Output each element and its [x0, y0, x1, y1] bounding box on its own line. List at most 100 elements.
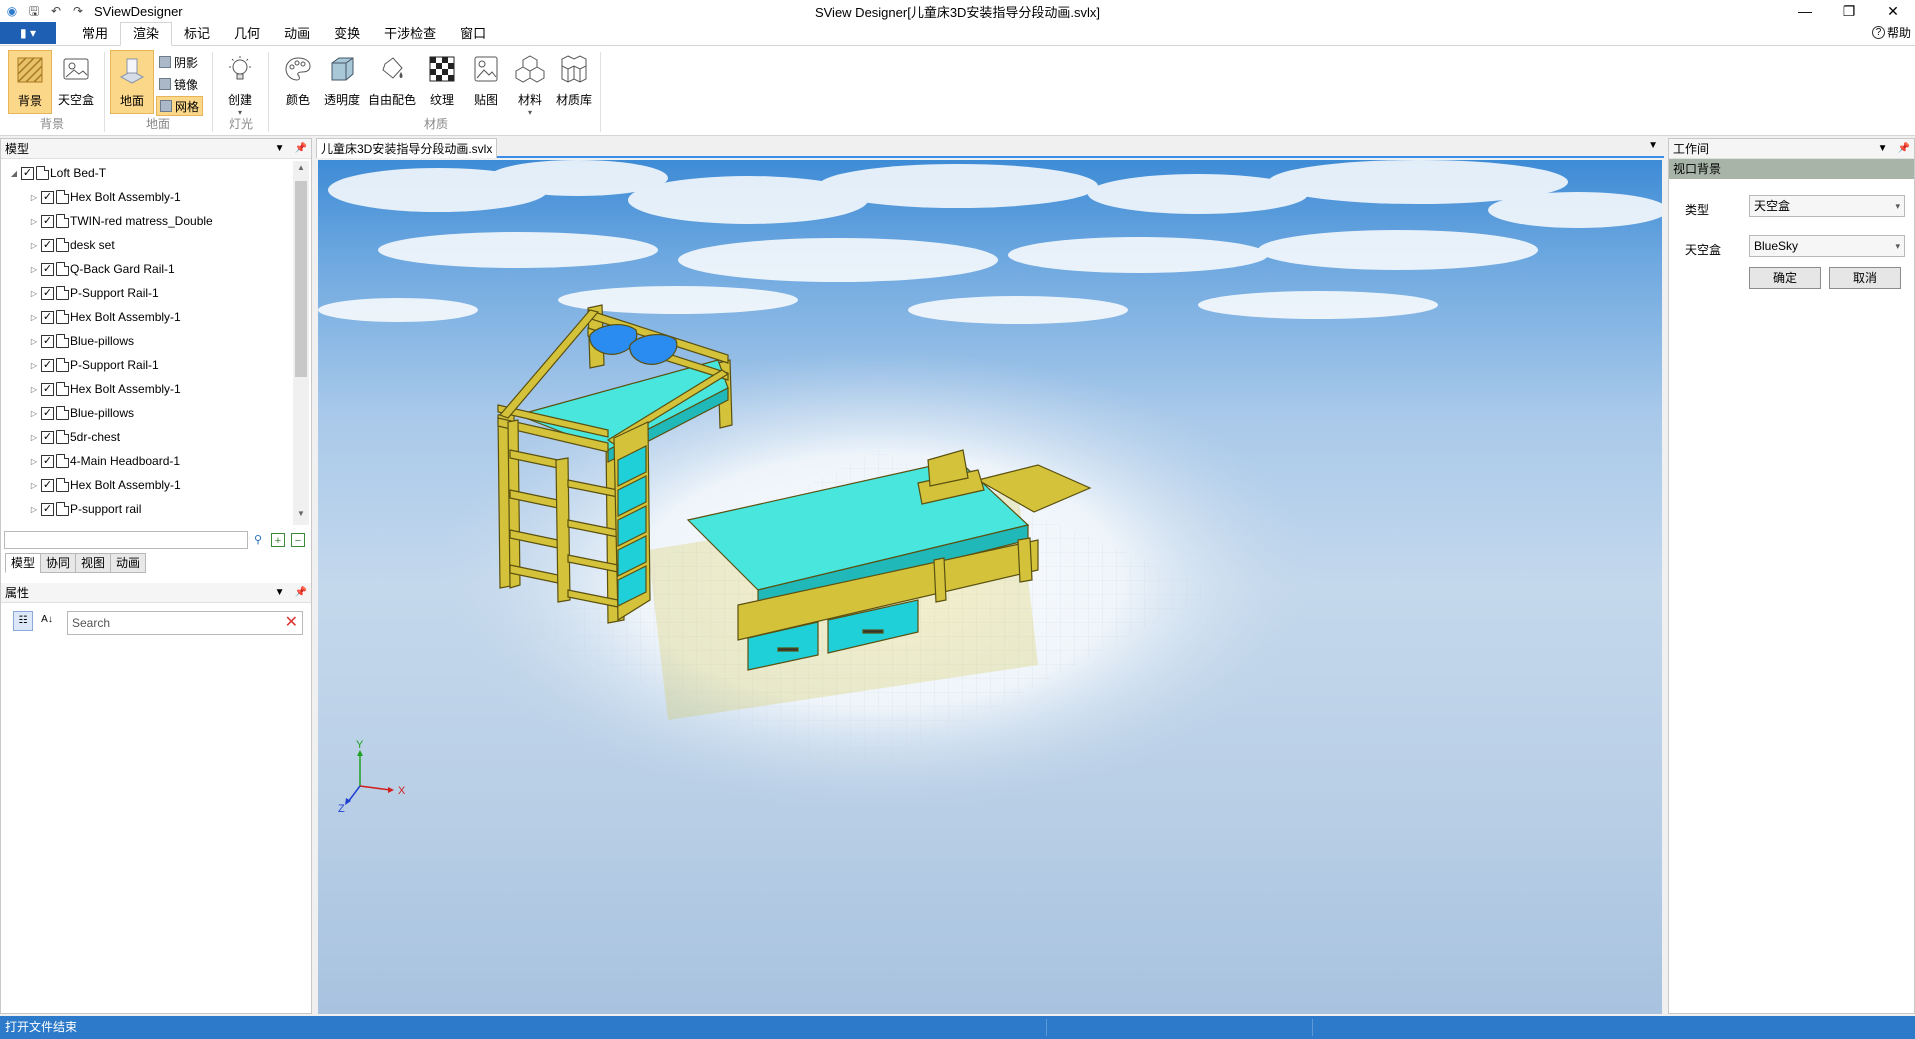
tree-node[interactable]: ▷ ✓ P-support rail — [1, 497, 293, 521]
tree-node[interactable]: ▷ ✓ TWIN-red matress_Double — [1, 209, 293, 233]
expand-icon[interactable]: ▷ — [29, 241, 39, 250]
ground-button[interactable]: 地面 — [110, 50, 154, 114]
expand-icon[interactable]: ▷ — [29, 361, 39, 370]
checkbox[interactable]: ✓ — [21, 166, 34, 180]
checkbox[interactable]: ✓ — [41, 310, 54, 324]
tab-markup[interactable]: 标记 — [172, 23, 222, 45]
clear-icon[interactable]: ✕ — [285, 612, 298, 634]
image-map-button[interactable]: 贴图 — [464, 50, 508, 114]
checkbox[interactable]: ✓ — [41, 406, 54, 420]
tree-node[interactable]: ▷ ✓ Blue-pillows — [1, 401, 293, 425]
background-button[interactable]: 背景 — [8, 50, 52, 114]
pin-icon[interactable]: 📌 — [1898, 143, 1910, 154]
expand-icon[interactable]: ▷ — [29, 385, 39, 394]
tab-common[interactable]: 常用 — [70, 23, 120, 45]
tab-window[interactable]: 窗口 — [448, 23, 498, 45]
checkbox[interactable]: ✓ — [41, 478, 54, 492]
property-search-input[interactable]: Search ✕ — [67, 611, 303, 635]
expand-icon[interactable]: ▷ — [29, 433, 39, 442]
tree-root[interactable]: ◢ ✓ Loft Bed-T — [1, 161, 293, 185]
undo-icon[interactable]: ↶ — [48, 3, 64, 19]
search-icon[interactable]: ⚲ — [251, 533, 265, 547]
scroll-down-icon[interactable]: ▼ — [293, 509, 309, 523]
3d-viewport[interactable]: Y X Z — [318, 160, 1662, 1014]
minimize-button[interactable]: — — [1783, 0, 1827, 22]
expand-icon[interactable]: ▷ — [29, 505, 39, 514]
color-button[interactable]: 颜色 — [276, 50, 320, 114]
tab-animation[interactable]: 动画 — [272, 23, 322, 45]
expand-icon[interactable]: ▷ — [29, 457, 39, 466]
tree-node[interactable]: ▷ ✓ Hex Bolt Assembly-1 — [1, 185, 293, 209]
scroll-up-icon[interactable]: ▲ — [293, 163, 309, 177]
panel-menu-icon[interactable]: ▼ — [1878, 143, 1888, 154]
expand-all-icon[interactable]: + — [271, 533, 285, 547]
create-light-button[interactable]: 创建 ▾ — [218, 50, 262, 117]
document-tab[interactable]: 儿童床3D安装指导分段动画.svlx — [316, 138, 498, 158]
tab-geometry[interactable]: 几何 — [222, 23, 272, 45]
tab-view[interactable]: 视图 — [75, 553, 112, 573]
restore-button[interactable]: ❐ — [1827, 0, 1871, 22]
expand-icon[interactable]: ▷ — [29, 265, 39, 274]
tree-search-input[interactable] — [4, 531, 248, 549]
help-button[interactable]: ? 帮助 — [1871, 24, 1911, 41]
tree-node[interactable]: ▷ ✓ Q-Back Gard Rail-1 — [1, 257, 293, 281]
panel-menu-icon[interactable]: ▼ — [275, 587, 285, 598]
tab-render[interactable]: 渲染 — [120, 22, 173, 46]
pin-icon[interactable]: 📌 — [295, 587, 307, 598]
save-icon[interactable]: 🖫 — [26, 3, 42, 19]
tree-node[interactable]: ▷ ✓ desk set — [1, 233, 293, 257]
file-menu-button[interactable]: ▮ ▾ — [0, 22, 56, 44]
sort-az-icon[interactable]: A↓ — [37, 611, 57, 631]
skybox-select[interactable]: BlueSky ▾ — [1749, 235, 1905, 257]
tab-model[interactable]: 模型 — [5, 553, 42, 573]
skybox-button[interactable]: 天空盒 — [54, 50, 98, 114]
type-select[interactable]: 天空盒 ▾ — [1749, 195, 1905, 217]
tab-anim[interactable]: 动画 — [110, 553, 147, 573]
tab-transform[interactable]: 变换 — [322, 23, 372, 45]
checkbox[interactable]: ✓ — [41, 430, 54, 444]
expand-icon[interactable]: ▷ — [29, 313, 39, 322]
tree-scrollbar[interactable]: ▲ ▼ — [293, 161, 309, 525]
expand-icon[interactable]: ▷ — [29, 409, 39, 418]
grid-button[interactable]: 网格 — [156, 96, 204, 116]
expand-icon[interactable]: ▷ — [29, 193, 39, 202]
checkbox[interactable]: ✓ — [41, 382, 54, 396]
tab-collab[interactable]: 协同 — [40, 553, 77, 573]
tree-node[interactable]: ▷ ✓ P-Support Rail-1 — [1, 281, 293, 305]
mirror-button[interactable]: 镜像 — [156, 74, 201, 94]
tree-node[interactable]: ▷ ✓ P-Support Rail-1 — [1, 353, 293, 377]
checkbox[interactable]: ✓ — [41, 238, 54, 252]
checkbox[interactable]: ✓ — [41, 214, 54, 228]
categorized-icon[interactable]: ☷ — [13, 611, 33, 631]
ok-button[interactable]: 确定 — [1749, 267, 1821, 289]
checkbox[interactable]: ✓ — [41, 286, 54, 300]
checkbox[interactable]: ✓ — [41, 190, 54, 204]
tree-node[interactable]: ▷ ✓ 4-Main Headboard-1 — [1, 449, 293, 473]
material-button[interactable]: 材料 ▾ — [508, 50, 552, 117]
checkbox[interactable]: ✓ — [41, 334, 54, 348]
tree-node[interactable]: ▷ ✓ 5dr-chest — [1, 425, 293, 449]
expand-icon[interactable]: ▷ — [29, 337, 39, 346]
texture-button[interactable]: 纹理 — [420, 50, 464, 114]
expand-icon[interactable]: ▷ — [29, 481, 39, 490]
checkbox[interactable]: ✓ — [41, 454, 54, 468]
collapse-icon[interactable]: ◢ — [9, 169, 19, 178]
expand-icon[interactable]: ▷ — [29, 217, 39, 226]
collapse-all-icon[interactable]: − — [291, 533, 305, 547]
scroll-thumb[interactable] — [295, 181, 307, 377]
panel-menu-icon[interactable]: ▼ — [275, 143, 285, 154]
cancel-button[interactable]: 取消 — [1829, 267, 1901, 289]
shadow-button[interactable]: 阴影 — [156, 52, 201, 72]
redo-icon[interactable]: ↷ — [70, 3, 86, 19]
checkbox[interactable]: ✓ — [41, 502, 54, 516]
expand-icon[interactable]: ▷ — [29, 289, 39, 298]
free-color-button[interactable]: 自由配色 — [366, 50, 418, 114]
tree-node[interactable]: ▷ ✓ Hex Bolt Assembly-1 — [1, 377, 293, 401]
transparency-button[interactable]: 透明度 — [320, 50, 364, 114]
tree-node[interactable]: ▷ ✓ Hex Bolt Assembly-1 — [1, 473, 293, 497]
pin-icon[interactable]: 📌 — [295, 143, 307, 154]
tree-node[interactable]: ▷ ✓ Blue-pillows — [1, 329, 293, 353]
tree-node[interactable]: ▷ ✓ Hex Bolt Assembly-1 — [1, 305, 293, 329]
checkbox[interactable]: ✓ — [41, 358, 54, 372]
close-button[interactable]: ✕ — [1871, 0, 1915, 22]
